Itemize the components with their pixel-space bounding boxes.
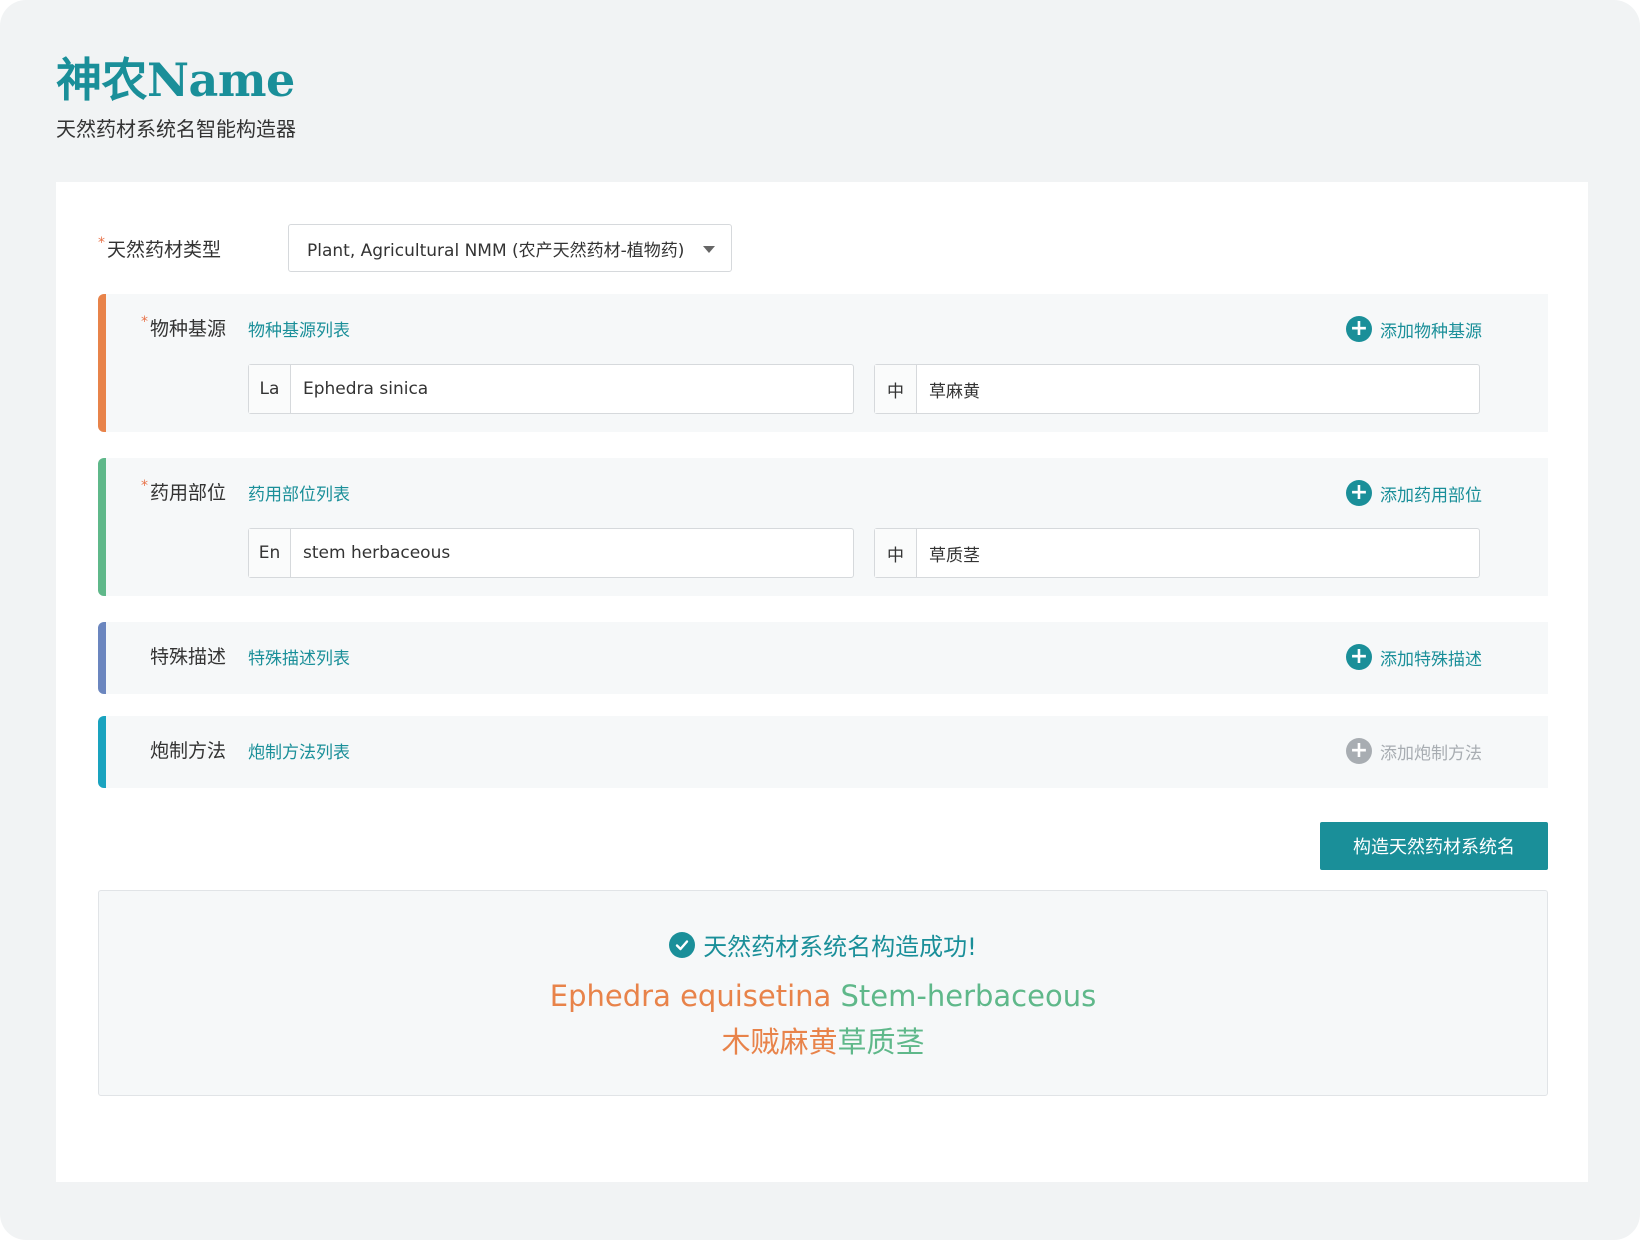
builder-card: * 天然药材类型 Plant, Agricultural NMM (农产天然药材-… [56, 182, 1588, 1182]
latin-prefix: La [249, 365, 291, 413]
processing-section: 炮制方法 炮制方法列表 + 添加炮制方法 [98, 716, 1548, 788]
app-window: 神农Name 天然药材系统名智能构造器 * 天然药材类型 Plant, Agric… [0, 0, 1640, 1240]
result-latin-name: Ephedra equisetina Stem-herbaceous [99, 979, 1547, 1013]
species-list-link[interactable]: 物种基源列表 [248, 316, 350, 341]
add-part-button[interactable]: + 添加药用部位 [1346, 480, 1482, 506]
result-panel: 天然药材系统名构造成功! Ephedra equisetina Stem-her… [98, 890, 1548, 1096]
add-part-label: 添加药用部位 [1380, 485, 1482, 506]
app-title: 神农Name [56, 53, 295, 107]
type-label-text: 天然药材类型 [107, 238, 222, 261]
add-special-button[interactable]: + 添加特殊描述 [1346, 644, 1482, 670]
required-mark: * [140, 478, 148, 494]
result-latin-part: Stem-herbaceous [840, 979, 1097, 1013]
result-cn-name: 木贼麻黄草质茎 [99, 1019, 1547, 1061]
add-processing-label: 添加炮制方法 [1380, 743, 1482, 764]
plus-circle-icon: + [1346, 480, 1372, 506]
app-subtitle: 天然药材系统名智能构造器 [56, 117, 296, 141]
required-mark: * [98, 234, 105, 251]
processing-label: 炮制方法 [149, 740, 226, 762]
part-en-field: En [248, 528, 854, 578]
add-processing-button[interactable]: + 添加炮制方法 [1346, 738, 1482, 764]
required-mark: * [140, 314, 148, 330]
chevron-down-icon [703, 246, 715, 253]
result-status-text: 天然药材系统名构造成功! [703, 933, 977, 961]
check-circle-icon [669, 931, 696, 958]
species-label-text: 物种基源 [149, 318, 226, 340]
part-section: *药用部位 药用部位列表 + 添加药用部位 En 中 [98, 458, 1548, 596]
app-header: 神农Name 天然药材系统名智能构造器 [56, 50, 296, 144]
type-label: * 天然药材类型 [98, 235, 221, 262]
type-select[interactable]: Plant, Agricultural NMM (农产天然药材-植物药) [288, 224, 732, 272]
species-label: * 物种基源 [98, 314, 226, 341]
special-section: 特殊描述 特殊描述列表 + 添加特殊描述 [98, 622, 1548, 694]
processing-list-link[interactable]: 炮制方法列表 [248, 738, 350, 763]
result-latin-species: Ephedra equisetina [549, 979, 832, 1013]
en-prefix: En [249, 529, 291, 577]
result-status: 天然药材系统名构造成功! [99, 927, 1547, 962]
result-cn-part: 草质茎 [837, 1025, 925, 1059]
part-list-link[interactable]: 药用部位列表 [248, 480, 350, 505]
plus-circle-icon: + [1346, 644, 1372, 670]
plus-circle-icon: + [1346, 738, 1372, 764]
part-cn-input[interactable] [917, 529, 1479, 577]
type-field: * 天然药材类型 [98, 224, 221, 272]
cn-prefix: 中 [875, 529, 917, 577]
build-name-button[interactable]: 构造天然药材系统名 [1320, 822, 1548, 870]
cn-prefix: 中 [875, 365, 917, 413]
add-special-label: 添加特殊描述 [1380, 649, 1482, 670]
species-cn-input[interactable] [917, 365, 1479, 413]
part-cn-field: 中 [874, 528, 1480, 578]
species-section: *物种基源 物种基源列表 + 添加物种基源 La 中 [98, 294, 1548, 432]
species-cn-field: 中 [874, 364, 1480, 414]
plus-circle-icon: + [1346, 316, 1372, 342]
species-latin-input[interactable] [291, 365, 853, 413]
special-label: 特殊描述 [149, 646, 226, 668]
result-cn-species: 木贼麻黄 [721, 1025, 838, 1059]
part-en-input[interactable] [291, 529, 853, 577]
type-select-value: Plant, Agricultural NMM (农产天然药材-植物药) [307, 240, 685, 261]
add-species-label: 添加物种基源 [1380, 321, 1482, 342]
part-label-text: 药用部位 [149, 482, 226, 504]
species-latin-field: La [248, 364, 854, 414]
special-list-link[interactable]: 特殊描述列表 [248, 644, 350, 669]
add-species-button[interactable]: + 添加物种基源 [1346, 316, 1482, 342]
part-label: * 药用部位 [98, 478, 226, 505]
